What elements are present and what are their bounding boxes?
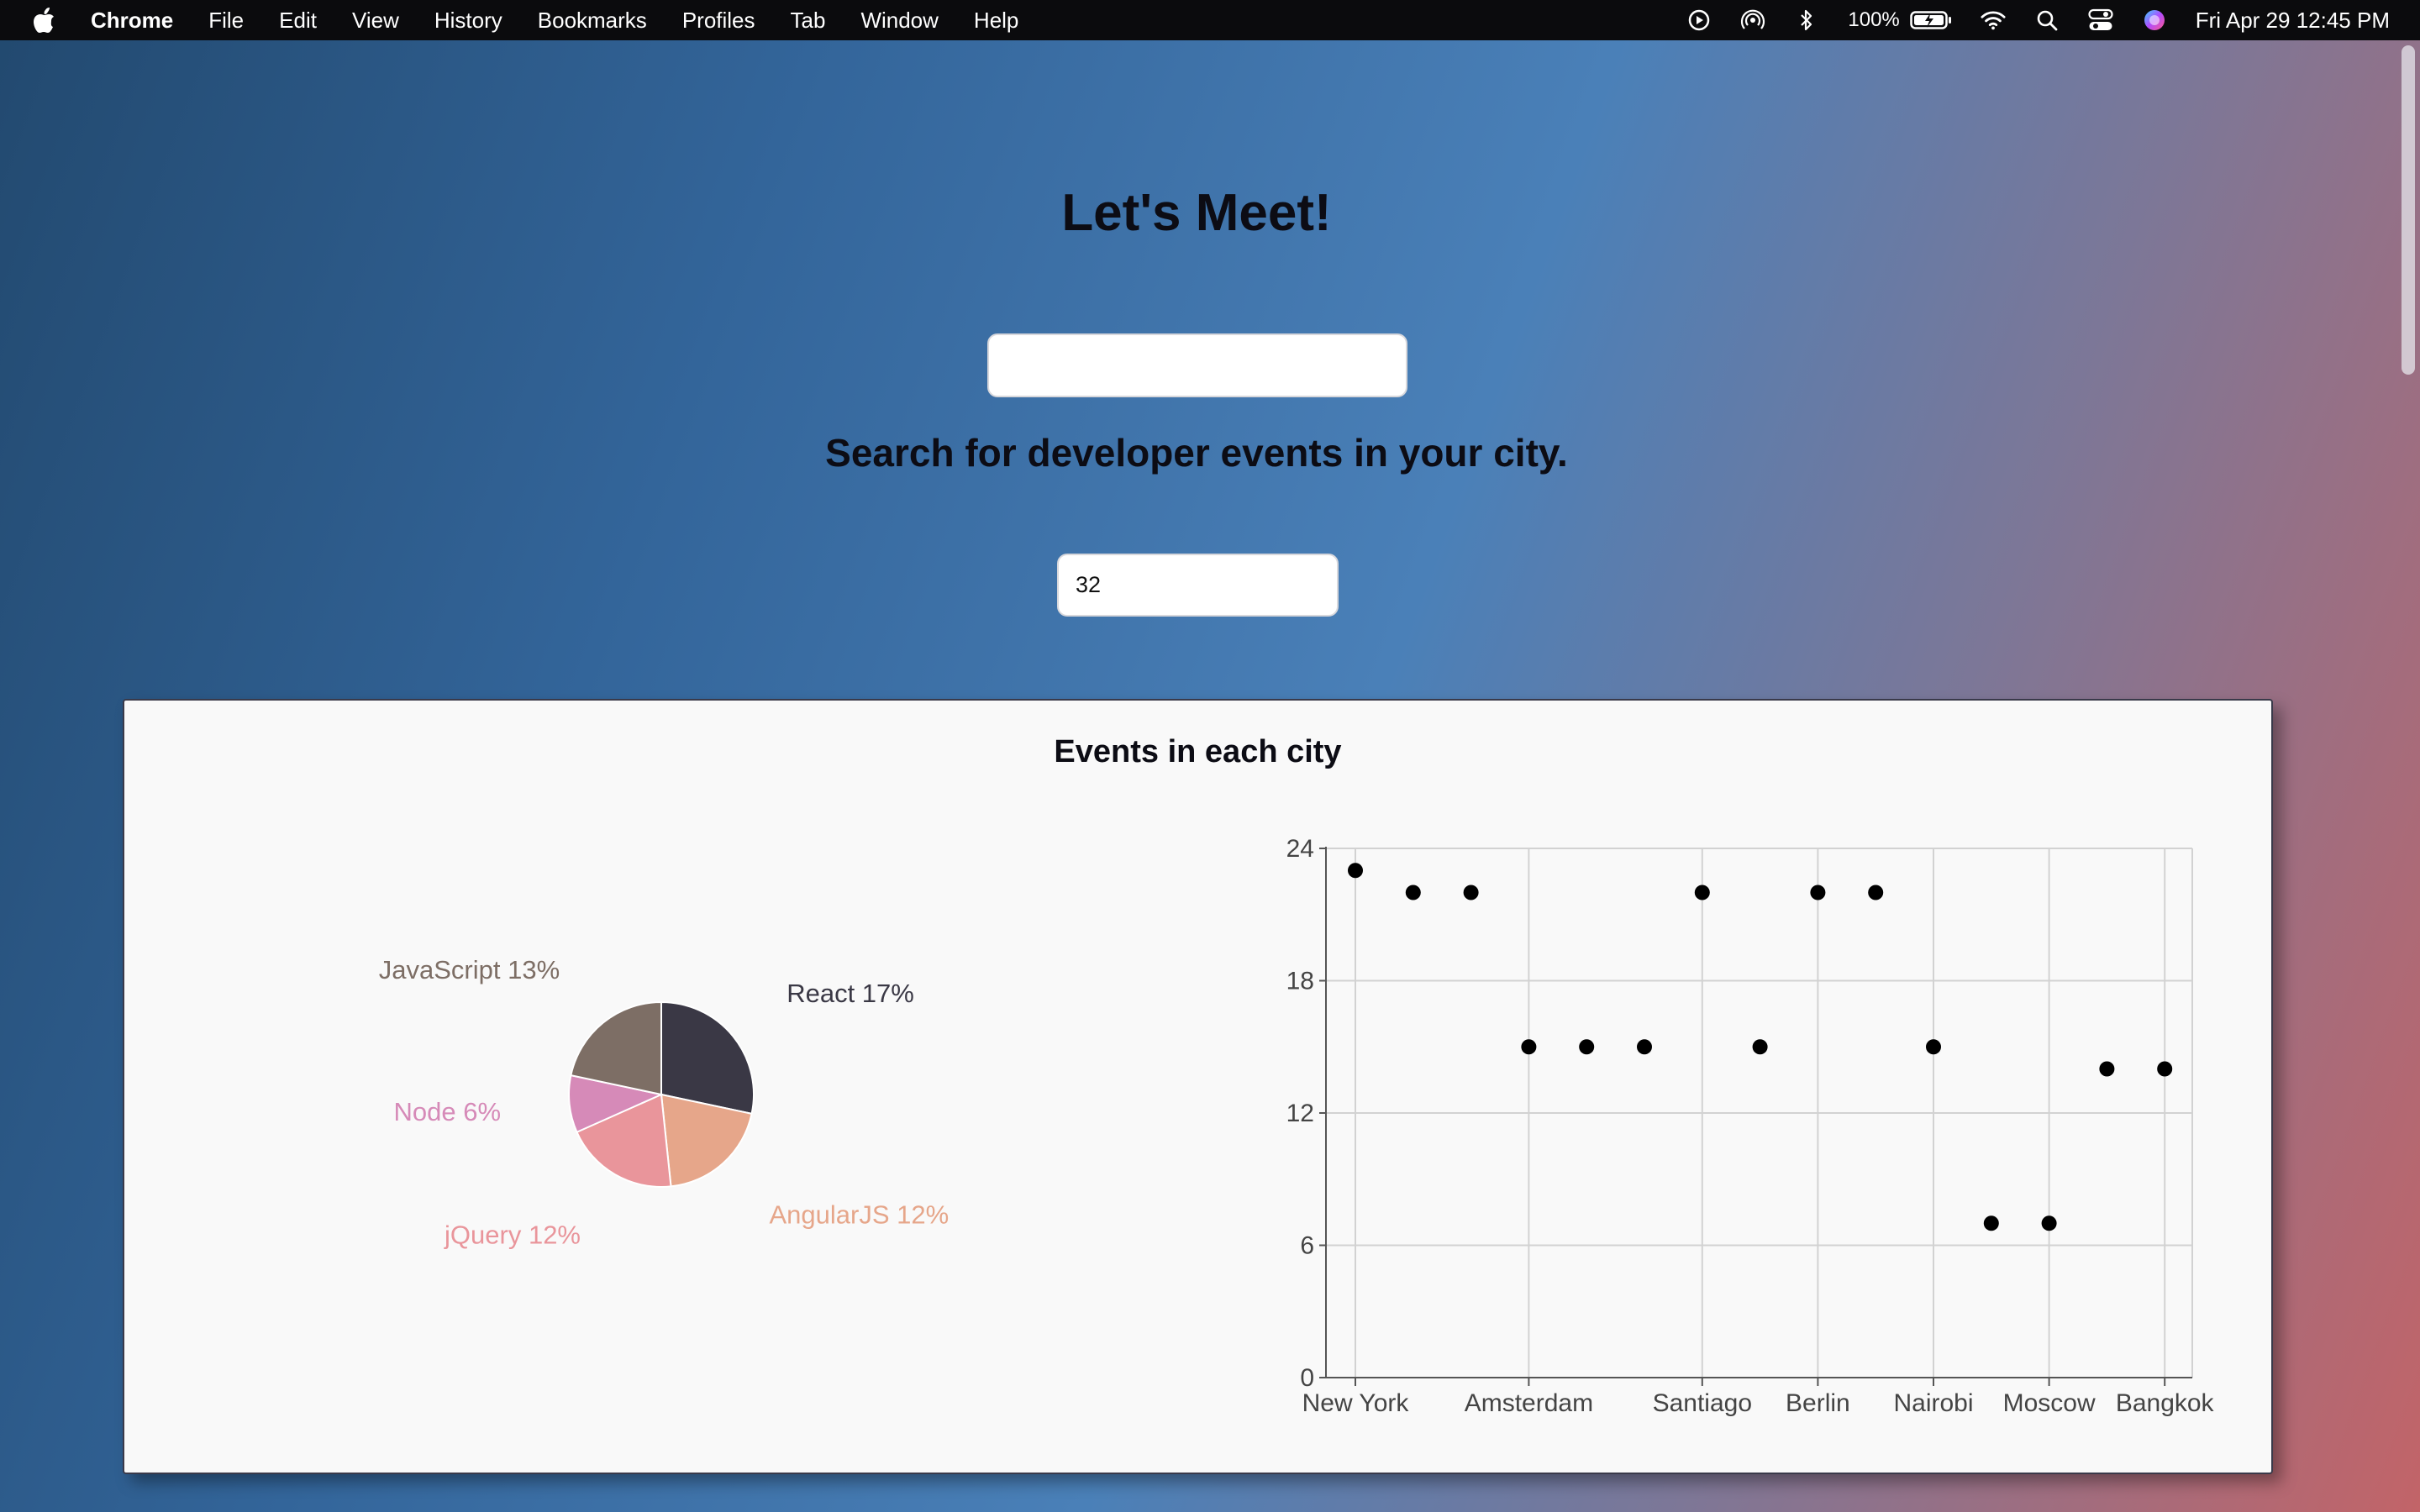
y-tick-label: 12 — [1286, 1100, 1314, 1127]
status-area: 100% Fri Apr 29 12:45 PM — [1686, 0, 2390, 40]
y-tick-label: 6 — [1300, 1232, 1314, 1260]
scatter-point — [2041, 1215, 2057, 1231]
menu-history[interactable]: History — [434, 8, 502, 34]
bluetooth-icon[interactable] — [1794, 8, 1819, 33]
menu-bookmarks[interactable]: Bookmarks — [538, 8, 647, 34]
menu-app-name[interactable]: Chrome — [91, 8, 173, 34]
x-tick-label: New York — [1302, 1389, 1410, 1417]
wifi-icon[interactable] — [1981, 8, 2006, 33]
page-subtitle: Search for developer events in your city… — [825, 431, 1568, 475]
scroll-thumb[interactable] — [2402, 45, 2415, 375]
menu-tab[interactable]: Tab — [791, 8, 826, 34]
menu-file[interactable]: File — [208, 8, 244, 34]
menu-clock[interactable]: Fri Apr 29 12:45 PM — [2196, 8, 2390, 34]
battery-percent: 100% — [1848, 8, 1900, 31]
siri-icon[interactable] — [2142, 8, 2167, 33]
scatter-point — [1926, 1039, 1941, 1055]
apple-icon[interactable] — [32, 8, 57, 33]
page-title: Let's Meet! — [1061, 184, 1332, 242]
scatter-point — [1463, 885, 1479, 900]
menu-view[interactable]: View — [352, 8, 399, 34]
page-scrollbar[interactable] — [2393, 40, 2420, 1512]
scatter-point — [1348, 863, 1363, 879]
charts-card: Events in each city React 17% AngularJS 1… — [123, 699, 2273, 1474]
menu-window[interactable]: Window — [860, 8, 938, 34]
x-tick-label: Amsterdam — [1465, 1389, 1593, 1417]
search-icon[interactable] — [2034, 8, 2060, 33]
scatter-point — [2099, 1061, 2115, 1077]
scatter-point — [2157, 1061, 2173, 1077]
city-search-input[interactable] — [987, 333, 1407, 397]
events-scatter-chart: 0 6 12 18 24 New York Amsterdam Santiago Berlin N… — [1286, 835, 2215, 1417]
x-tick-label: Santiago — [1653, 1389, 1752, 1417]
y-tick-label: 18 — [1286, 968, 1314, 995]
airdrop-icon[interactable] — [1740, 8, 1765, 33]
menu-bar: Chrome File Edit View History Bookmarks … — [0, 0, 2420, 40]
scatter-point — [1637, 1039, 1652, 1055]
x-tick-label: Nairobi — [1893, 1389, 1973, 1417]
scatter-point — [1405, 885, 1421, 900]
x-tick-label: Bangkok — [2116, 1389, 2215, 1417]
x-tick-label: Moscow — [2003, 1389, 2096, 1417]
scatter-point — [1810, 885, 1826, 900]
x-tick-label: Berlin — [1786, 1389, 1850, 1417]
battery-icon[interactable] — [1910, 8, 1952, 33]
y-tick-label: 24 — [1286, 835, 1314, 863]
scatter-point — [1694, 885, 1710, 900]
scatter-point — [1983, 1215, 1999, 1231]
menu-profiles[interactable]: Profiles — [682, 8, 755, 34]
scatter-point — [1579, 1039, 1595, 1055]
play-icon[interactable] — [1686, 8, 1712, 33]
scatter-point — [1521, 1039, 1537, 1055]
scatter-point — [1752, 1039, 1768, 1055]
number-of-events-input[interactable] — [1057, 554, 1339, 617]
menu-edit[interactable]: Edit — [279, 8, 317, 34]
scatter-point — [1868, 885, 1884, 900]
menu-help[interactable]: Help — [974, 8, 1018, 34]
y-tick-label: 0 — [1300, 1364, 1314, 1392]
control-center-icon[interactable] — [2088, 8, 2113, 33]
